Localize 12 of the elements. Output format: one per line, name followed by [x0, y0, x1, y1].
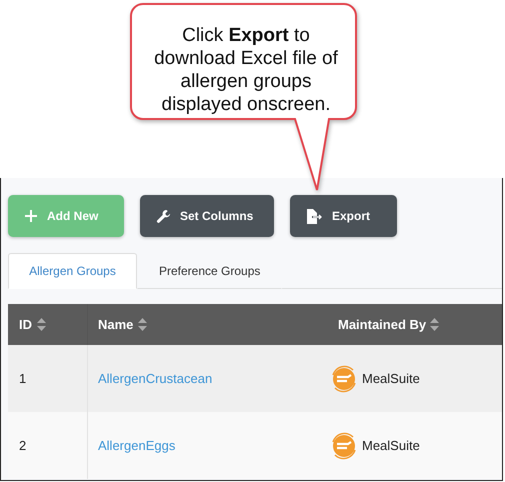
export-button[interactable]: Export [290, 195, 397, 237]
columns-button[interactable]: Set Columns [140, 195, 274, 237]
table-cell: MealSuite [362, 371, 420, 386]
callout-text: Click Export to download Excel file of allergen groups displayed onscreen. [153, 24, 339, 116]
column-header[interactable]: Maintained By [338, 317, 426, 332]
column-header[interactable]: Name [98, 317, 134, 332]
column-header[interactable]: ID [19, 317, 32, 332]
table-cell: MealSuite [362, 438, 420, 453]
tab[interactable]: Preference Groups [137, 253, 282, 289]
table-cell: 2 [19, 438, 26, 453]
tab[interactable]: Allergen Groups [8, 253, 137, 289]
table-cell: 1 [19, 371, 26, 386]
